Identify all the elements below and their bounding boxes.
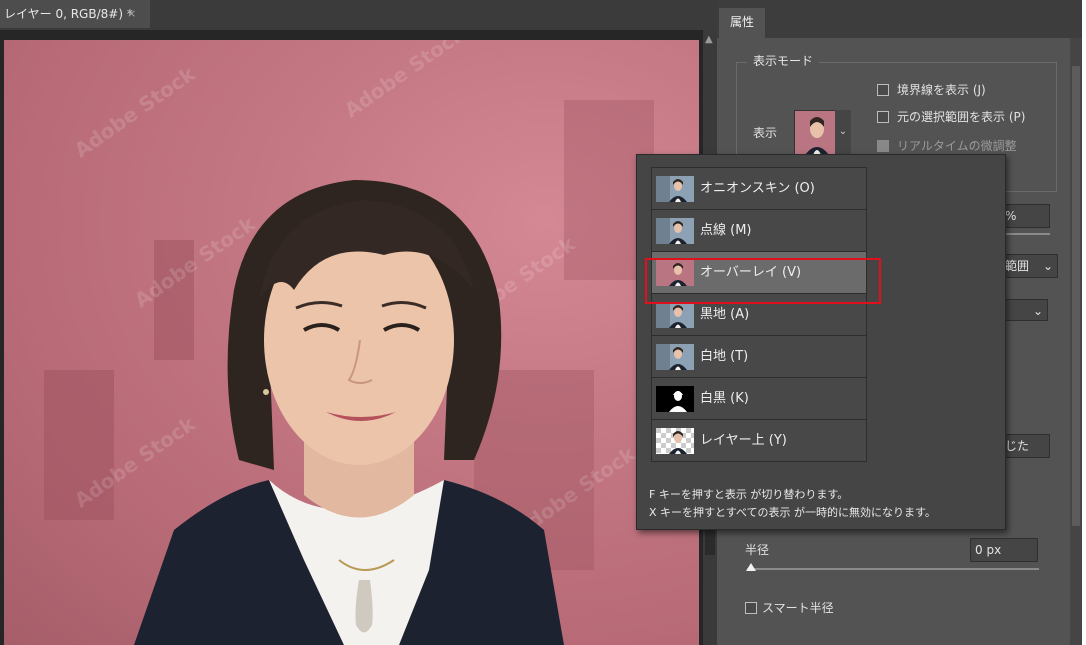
document-tab-bar: レイヤー 0, RGB/8#) * × <box>0 0 720 30</box>
smart-radius-checkbox[interactable] <box>745 602 757 614</box>
menu-item-label: 白地 (T) <box>700 349 749 364</box>
view-label: 表示 <box>753 126 778 140</box>
menu-item-label: オニオンスキン (O) <box>700 181 815 196</box>
opacity-slider-track[interactable] <box>1000 233 1050 235</box>
scroll-up-icon[interactable]: ▲ <box>705 34 713 45</box>
photoshop-window: レイヤー 0, RGB/8#) * × Adobe Stock Adobe St… <box>0 0 1082 645</box>
radius-slider-knob[interactable] <box>746 563 756 571</box>
chevron-down-icon: ⌄ <box>1032 304 1043 318</box>
radius-slider-track[interactable] <box>747 568 1039 570</box>
menu-item-onion-skin[interactable]: オニオンスキン (O) <box>651 167 867 210</box>
view-mode-title: 表示モード <box>747 52 820 69</box>
photo-thumbnail-icon <box>656 218 694 244</box>
menu-item-on-white[interactable]: 白地 (T) <box>651 335 867 378</box>
menu-item-marching-ants[interactable]: 点線 (M) <box>651 209 867 252</box>
show-edge-label: 境界線を表示 (J) <box>897 83 986 97</box>
smart-radius-label: スマート半径 <box>762 601 834 615</box>
photo-thumbnail-icon <box>656 302 694 328</box>
secondary-dropdown[interactable]: ⌄ <box>1000 299 1048 321</box>
image-canvas[interactable]: Adobe Stock Adobe Stock Adobe Stock Adob… <box>4 40 699 645</box>
overlay-thumbnail-icon <box>795 111 835 155</box>
menu-item-label: 白黒 (K) <box>700 391 749 406</box>
popup-note-x-key: X キーを押すとすべての表示 が一時的に無効になります。 <box>649 506 936 519</box>
view-mode-popup: オニオンスキン (O) 点線 (M) オーバーレイ (V) 黒地 (A) 白地 … <box>636 154 1006 530</box>
panel-scrollbar-thumb[interactable] <box>1072 66 1080 526</box>
view-thumbnail[interactable] <box>794 110 836 156</box>
menu-item-label: 点線 (M) <box>700 223 752 238</box>
radius-label: 半径 <box>745 543 770 557</box>
view-mode-menu: オニオンスキン (O) 点線 (M) オーバーレイ (V) 黒地 (A) 白地 … <box>651 167 869 462</box>
chevron-down-icon[interactable]: ⌄ <box>835 110 851 154</box>
document-tab[interactable]: レイヤー 0, RGB/8#) * × <box>0 0 150 28</box>
realtime-refine-checkbox[interactable] <box>877 140 889 152</box>
menu-item-label: レイヤー上 (Y) <box>700 433 787 448</box>
range-dropdown[interactable]: 範囲 ⌄ <box>1000 254 1058 278</box>
menu-item-black-white[interactable]: 白黒 (K) <box>651 377 867 420</box>
photo-thumbnail-icon <box>656 176 694 202</box>
tab-properties[interactable]: 属性 <box>719 8 765 38</box>
close-tab-icon[interactable]: × <box>127 0 136 28</box>
mask-thumbnail-icon <box>656 386 694 412</box>
percent-field[interactable]: % <box>1000 204 1050 228</box>
menu-item-on-layers[interactable]: レイヤー上 (Y) <box>651 419 867 462</box>
photo-thumbnail-icon <box>656 344 694 370</box>
portrait-photo <box>134 180 564 645</box>
canvas-area: Adobe Stock Adobe Stock Adobe Stock Adob… <box>0 30 703 645</box>
popup-note-f-key: F キーを押すと表示 が切り替わります。 <box>649 488 849 501</box>
realtime-refine-label: リアルタイムの微調整 <box>897 139 1017 153</box>
panel-tab-bar: 属性 <box>717 0 1082 38</box>
panel-scrollbar[interactable] <box>1070 38 1082 645</box>
radius-field[interactable]: 0 px <box>970 538 1038 562</box>
chevron-down-icon: ⌄ <box>1042 259 1053 273</box>
close-button[interactable]: じた <box>1000 434 1050 458</box>
show-edge-checkbox[interactable] <box>877 84 889 96</box>
range-dropdown-value: 範囲 <box>1005 259 1030 273</box>
document-tab-title: レイヤー 0, RGB/8#) * <box>4 7 133 21</box>
transparency-thumbnail-icon <box>656 428 694 454</box>
selection-highlight-box <box>645 258 881 304</box>
show-original-label: 元の選択範囲を表示 (P) <box>897 110 1026 124</box>
show-original-checkbox[interactable] <box>877 111 889 123</box>
